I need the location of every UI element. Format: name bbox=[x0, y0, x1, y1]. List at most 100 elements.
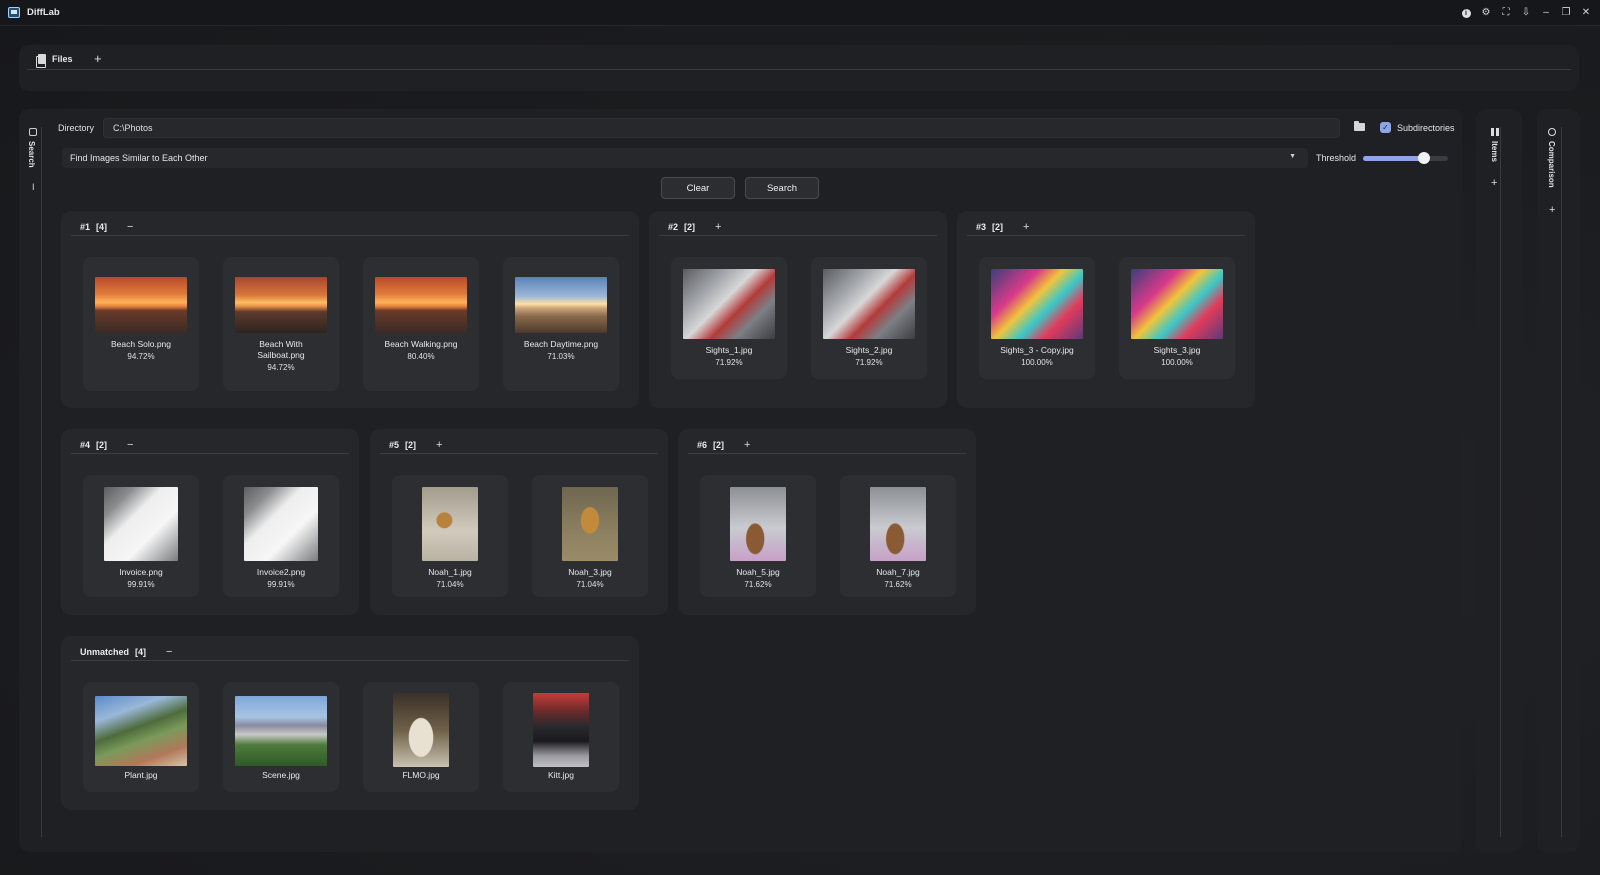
browse-folder-icon[interactable] bbox=[1354, 121, 1365, 131]
group-toggle-button[interactable]: − bbox=[127, 221, 133, 233]
threshold-slider[interactable] bbox=[1363, 152, 1448, 164]
minimize-icon[interactable]: – bbox=[1540, 7, 1552, 19]
files-tab[interactable]: Files bbox=[36, 54, 73, 68]
image-card[interactable]: Invoice.png 99.91% bbox=[83, 475, 199, 597]
group-header: #2 [2] + bbox=[668, 221, 721, 233]
image-filename: Kitt.jpg bbox=[548, 770, 574, 780]
info-icon[interactable]: i bbox=[1460, 7, 1472, 19]
threshold-slider-thumb[interactable] bbox=[1418, 152, 1431, 164]
image-filename: Sights_1.jpg bbox=[705, 345, 753, 355]
group-header: #5 [2] + bbox=[389, 439, 442, 451]
search-panel-label[interactable]: Search bbox=[27, 141, 36, 168]
app-title: DiffLab bbox=[27, 7, 60, 18]
similarity-percent: 71.03% bbox=[547, 352, 575, 361]
fullscreen-icon[interactable]: ⛶ bbox=[1500, 7, 1512, 19]
image-card[interactable]: Sights_2.jpg 71.92% bbox=[811, 257, 927, 379]
pin-icon[interactable]: ⇩ bbox=[1520, 7, 1532, 19]
image-card[interactable]: Noah_1.jpg 71.04% bbox=[392, 475, 508, 597]
match-group: #1 [4] − Beach Solo.png 94.72% Beach With Sai… bbox=[61, 211, 639, 408]
group-id: #2 bbox=[668, 222, 679, 232]
image-thumbnail[interactable] bbox=[104, 487, 178, 561]
image-card[interactable]: Sights_1.jpg 71.92% bbox=[671, 257, 787, 379]
image-thumbnail[interactable] bbox=[235, 696, 327, 766]
comparison-panel: Comparison + bbox=[1537, 109, 1580, 852]
image-filename: Beach Solo.png bbox=[110, 339, 172, 349]
image-card[interactable]: Noah_7.jpg 71.62% bbox=[840, 475, 956, 597]
image-filename: Noah_3.jpg bbox=[568, 567, 612, 577]
image-card[interactable]: Scene.jpg bbox=[223, 682, 339, 792]
restore-icon[interactable]: ❐ bbox=[1560, 7, 1572, 19]
group-toggle-button[interactable]: − bbox=[127, 439, 133, 451]
gear-icon[interactable]: ⚙ bbox=[1480, 7, 1492, 19]
image-thumbnail[interactable] bbox=[730, 487, 786, 561]
image-card[interactable]: Beach With Sailboat.png 94.72% bbox=[223, 257, 339, 391]
similarity-percent: 80.40% bbox=[407, 352, 435, 361]
items-panel-rail bbox=[1500, 127, 1501, 837]
image-card[interactable]: Beach Walking.png 80.40% bbox=[363, 257, 479, 391]
image-thumbnail[interactable] bbox=[683, 269, 775, 339]
items-add-button[interactable]: + bbox=[1491, 177, 1497, 189]
group-toggle-button[interactable]: + bbox=[715, 221, 721, 233]
group-count: [2] bbox=[405, 440, 417, 450]
image-card[interactable]: FLMO.jpg bbox=[363, 682, 479, 792]
directory-label: Directory bbox=[58, 123, 95, 133]
image-filename: Invoice.png bbox=[119, 567, 163, 577]
comparison-panel-label[interactable]: Comparison bbox=[1547, 141, 1556, 188]
items-panel-label[interactable]: Items bbox=[1490, 141, 1499, 162]
group-toggle-button[interactable]: + bbox=[1023, 221, 1029, 233]
search-button[interactable]: Search bbox=[745, 177, 819, 199]
add-file-tab-button[interactable]: + bbox=[94, 51, 102, 66]
image-thumbnail[interactable] bbox=[422, 487, 478, 561]
group-toggle-button[interactable]: − bbox=[166, 646, 172, 658]
image-thumbnail[interactable] bbox=[533, 693, 589, 767]
group-header: #1 [4] − bbox=[80, 221, 133, 233]
clear-button[interactable]: Clear bbox=[661, 177, 735, 199]
subdirectories-checkbox[interactable]: ✓ bbox=[1380, 122, 1391, 133]
app-logo-icon bbox=[8, 7, 20, 18]
similarity-percent: 71.04% bbox=[576, 580, 604, 589]
image-card[interactable]: Plant.jpg bbox=[83, 682, 199, 792]
image-card[interactable]: Invoice2.png 99.91% bbox=[223, 475, 339, 597]
image-thumbnail[interactable] bbox=[393, 693, 449, 767]
group-toggle-button[interactable]: + bbox=[436, 439, 442, 451]
image-thumbnail[interactable] bbox=[562, 487, 618, 561]
image-card[interactable]: Sights_3.jpg 100.00% bbox=[1119, 257, 1235, 379]
similarity-percent: 100.00% bbox=[1021, 358, 1053, 367]
image-card[interactable]: Noah_3.jpg 71.04% bbox=[532, 475, 648, 597]
image-thumbnail[interactable] bbox=[375, 277, 467, 333]
image-card[interactable]: Noah_5.jpg 71.62% bbox=[700, 475, 816, 597]
image-thumbnail[interactable] bbox=[515, 277, 607, 333]
files-divider bbox=[27, 69, 1571, 70]
search-mode-select[interactable]: Find Images Similar to Each Other ▼ bbox=[62, 148, 1308, 168]
files-panel: Files + bbox=[19, 45, 1579, 91]
image-filename: Beach Daytime.png bbox=[523, 339, 599, 349]
image-card[interactable]: Sights_3 - Copy.jpg 100.00% bbox=[979, 257, 1095, 379]
image-thumbnail[interactable] bbox=[235, 277, 327, 333]
group-divider bbox=[380, 453, 658, 454]
image-thumbnail[interactable] bbox=[1131, 269, 1223, 339]
group-toggle-button[interactable]: + bbox=[744, 439, 750, 451]
match-group: #6 [2] + Noah_5.jpg 71.62% Noah_7.jpg 71.62% bbox=[678, 429, 976, 615]
image-thumbnail[interactable] bbox=[244, 487, 318, 561]
group-id: #1 bbox=[80, 222, 91, 232]
group-divider bbox=[967, 235, 1245, 236]
group-count: [2] bbox=[992, 222, 1004, 232]
group-id: #3 bbox=[976, 222, 987, 232]
directory-input[interactable] bbox=[103, 118, 1340, 138]
similarity-percent: 94.72% bbox=[267, 363, 295, 372]
items-panel-icon bbox=[1491, 128, 1499, 136]
image-thumbnail[interactable] bbox=[95, 277, 187, 333]
image-thumbnail[interactable] bbox=[95, 696, 187, 766]
image-filename: Beach With Sailboat.png bbox=[257, 339, 305, 360]
image-thumbnail[interactable] bbox=[870, 487, 926, 561]
search-panel-collapse-button[interactable]: I bbox=[32, 182, 35, 192]
close-icon[interactable]: ✕ bbox=[1580, 7, 1592, 19]
group-header: #3 [2] + bbox=[976, 221, 1029, 233]
image-card[interactable]: Kitt.jpg bbox=[503, 682, 619, 792]
image-thumbnail[interactable] bbox=[823, 269, 915, 339]
files-tab-label: Files bbox=[52, 54, 73, 64]
image-card[interactable]: Beach Solo.png 94.72% bbox=[83, 257, 199, 391]
image-thumbnail[interactable] bbox=[991, 269, 1083, 339]
comparison-add-button[interactable]: + bbox=[1549, 204, 1555, 216]
image-card[interactable]: Beach Daytime.png 71.03% bbox=[503, 257, 619, 391]
